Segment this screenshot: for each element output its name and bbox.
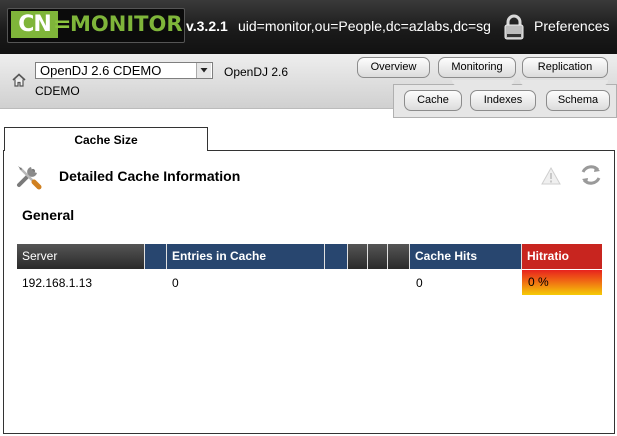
logo-wordmark: MONITOR [70, 12, 183, 36]
warning-icon[interactable] [540, 166, 562, 186]
refresh-icon[interactable] [578, 162, 604, 188]
home-icon[interactable] [12, 73, 26, 87]
tools-icon [17, 166, 42, 190]
table-cell-cache-hits: 0 [416, 276, 423, 290]
column-header-entries[interactable]: Entries in Cache [167, 244, 325, 269]
column-header-hitratio[interactable]: Hitratio [522, 244, 602, 269]
column-header-blank [348, 244, 368, 269]
preferences-link[interactable]: Preferences [534, 18, 609, 34]
table-cell-hitratio: 0 % [522, 270, 602, 295]
column-header-blank [325, 244, 348, 269]
column-header-blank [368, 244, 388, 269]
lock-icon[interactable] [503, 14, 525, 40]
tab-cache-size[interactable]: Cache Size [4, 127, 208, 151]
table-cell-entries: 0 [172, 276, 179, 290]
tab-monitoring[interactable]: Monitoring [438, 57, 516, 78]
column-header-blank [145, 244, 167, 269]
page-title: Detailed Cache Information [59, 168, 241, 184]
subtab-schema[interactable]: Schema [546, 90, 610, 111]
server-name-line1: OpenDJ 2.6 [224, 65, 289, 79]
chevron-down-icon[interactable] [196, 63, 211, 78]
tab-notch [520, 80, 608, 86]
column-header-server[interactable]: Server [17, 244, 145, 269]
server-name-line2: CDEMO [35, 84, 80, 98]
tab-overview[interactable]: Overview [357, 57, 430, 78]
table-cell-server: 192.168.1.13 [22, 276, 93, 290]
tab-replication[interactable]: Replication [522, 57, 608, 78]
column-header-cache-hits[interactable]: Cache Hits [410, 244, 522, 269]
tab-notch [452, 80, 514, 86]
section-title: General [22, 207, 75, 223]
column-header-blank [388, 244, 410, 269]
server-select-value[interactable]: OpenDJ 2.6 CDEMO [40, 63, 161, 78]
subtab-indexes[interactable]: Indexes [470, 90, 536, 111]
logo-cn: CN [11, 11, 58, 38]
version-label: v.3.2.1 [186, 18, 228, 34]
subtab-cache[interactable]: Cache [404, 90, 462, 111]
logo-equals: = [53, 12, 72, 37]
user-dn: uid=monitor,ou=People,dc=azlabs,dc=sg [238, 18, 491, 34]
